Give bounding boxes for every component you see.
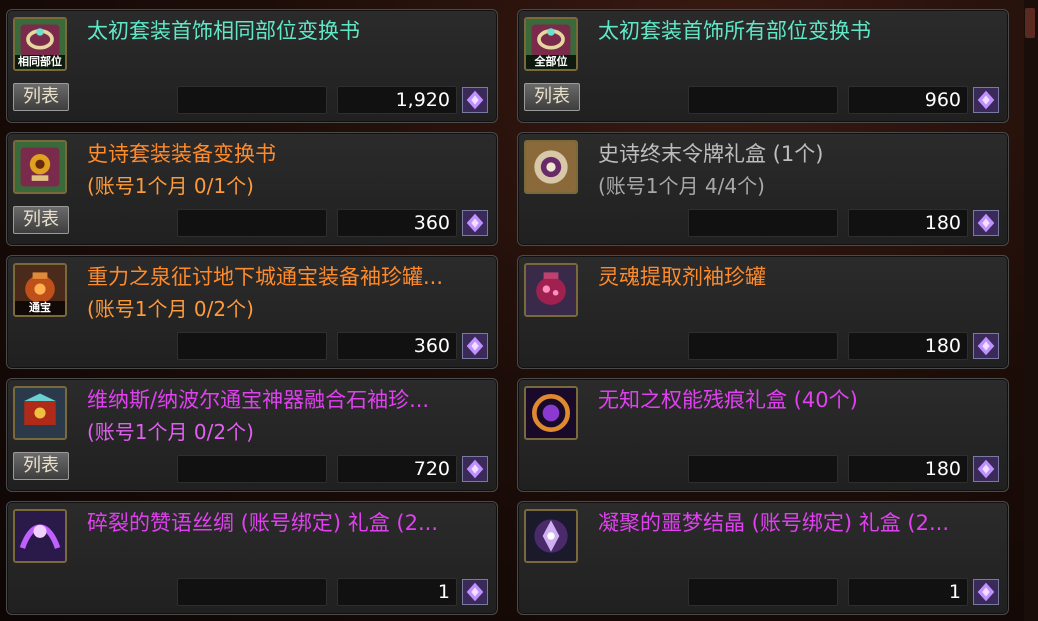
item-name: 无知之权能残痕礼盒 (40个) <box>598 388 858 412</box>
item-limit: (账号1个月 0/1个) <box>87 174 254 198</box>
fusion-stone-icon[interactable] <box>13 386 67 440</box>
item-price: 1,920 <box>337 86 457 114</box>
item-name: 凝聚的噩梦结晶 (账号绑定) 礼盒 (2... <box>598 511 949 535</box>
empty-slot <box>177 86 327 114</box>
icon-tag: 全部位 <box>526 55 576 69</box>
item-price: 360 <box>337 332 457 360</box>
scrollbar-track[interactable] <box>1024 0 1038 621</box>
shop-item-card[interactable]: 史诗终末令牌礼盒 (1个) (账号1个月 4/4个) 180 <box>517 132 1009 246</box>
epic-scroll-icon[interactable] <box>13 140 67 194</box>
list-button[interactable]: 列表 <box>524 83 580 111</box>
empty-slot <box>688 455 838 483</box>
item-name: 维纳斯/纳波尔通宝神器融合石袖珍... <box>87 388 430 412</box>
shop-item-card[interactable]: 通宝 重力之泉征讨地下城通宝装备袖珍罐... (账号1个月 0/2个) 360 <box>6 255 498 369</box>
currency-icon <box>462 210 488 236</box>
currency-icon <box>973 210 999 236</box>
item-price: 360 <box>337 209 457 237</box>
ring-scroll-icon[interactable]: 相同部位 <box>13 17 67 71</box>
crystal-icon[interactable] <box>524 509 578 563</box>
item-price: 180 <box>848 332 968 360</box>
list-button[interactable]: 列表 <box>13 206 69 234</box>
list-button[interactable]: 列表 <box>13 452 69 480</box>
empty-slot <box>688 332 838 360</box>
currency-icon <box>973 579 999 605</box>
icon-tag: 相同部位 <box>15 55 65 69</box>
item-limit: (账号1个月 4/4个) <box>598 174 765 198</box>
shop-item-card[interactable]: 灵魂提取剂袖珍罐 180 <box>517 255 1009 369</box>
item-name: 太初套装首饰所有部位变换书 <box>598 19 871 43</box>
shop-item-card[interactable]: 全部位 列表 太初套装首饰所有部位变换书 960 <box>517 9 1009 123</box>
currency-icon <box>973 87 999 113</box>
swirl-icon[interactable] <box>524 386 578 440</box>
empty-slot <box>177 332 327 360</box>
jar-icon[interactable]: 通宝 <box>13 263 67 317</box>
currency-icon <box>973 456 999 482</box>
icon-tag: 通宝 <box>15 301 65 315</box>
currency-icon <box>462 456 488 482</box>
currency-icon <box>462 87 488 113</box>
empty-slot <box>688 209 838 237</box>
empty-slot <box>177 209 327 237</box>
scrollbar-thumb[interactable] <box>1025 8 1035 38</box>
empty-slot <box>688 578 838 606</box>
shop-item-card[interactable]: 凝聚的噩梦结晶 (账号绑定) 礼盒 (2... 1 <box>517 501 1009 615</box>
empty-slot <box>177 578 327 606</box>
currency-icon <box>462 333 488 359</box>
item-price: 1 <box>848 578 968 606</box>
currency-icon <box>462 579 488 605</box>
shop-item-grid: 相同部位 列表 太初套装首饰相同部位变换书 1,920 全部位 列表 太初套装首… <box>0 0 1038 621</box>
shop-item-card[interactable]: 相同部位 列表 太初套装首饰相同部位变换书 1,920 <box>6 9 498 123</box>
shop-item-card[interactable]: 无知之权能残痕礼盒 (40个) 180 <box>517 378 1009 492</box>
item-name: 灵魂提取剂袖珍罐 <box>598 265 766 289</box>
item-price: 960 <box>848 86 968 114</box>
item-limit: (账号1个月 0/2个) <box>87 297 254 321</box>
item-name: 史诗套装装备变换书 <box>87 142 276 166</box>
item-name: 太初套装首饰相同部位变换书 <box>87 19 360 43</box>
empty-slot <box>177 455 327 483</box>
list-button[interactable]: 列表 <box>13 83 69 111</box>
empty-slot <box>688 86 838 114</box>
item-name: 碎裂的赞语丝绸 (账号绑定) 礼盒 (2... <box>87 511 438 535</box>
item-price: 720 <box>337 455 457 483</box>
item-name: 史诗终末令牌礼盒 (1个) <box>598 142 824 166</box>
shop-item-card[interactable]: 碎裂的赞语丝绸 (账号绑定) 礼盒 (2... 1 <box>6 501 498 615</box>
item-price: 180 <box>848 455 968 483</box>
token-box-icon[interactable] <box>524 140 578 194</box>
item-limit: (账号1个月 0/2个) <box>87 420 254 444</box>
currency-icon <box>973 333 999 359</box>
item-name: 重力之泉征讨地下城通宝装备袖珍罐... <box>87 265 444 289</box>
soul-jar-icon[interactable] <box>524 263 578 317</box>
item-price: 180 <box>848 209 968 237</box>
shop-item-card[interactable]: 列表 维纳斯/纳波尔通宝神器融合石袖珍... (账号1个月 0/2个) 720 <box>6 378 498 492</box>
ring-scroll-icon[interactable]: 全部位 <box>524 17 578 71</box>
shop-item-card[interactable]: 列表 史诗套装装备变换书 (账号1个月 0/1个) 360 <box>6 132 498 246</box>
silk-icon[interactable] <box>13 509 67 563</box>
item-price: 1 <box>337 578 457 606</box>
